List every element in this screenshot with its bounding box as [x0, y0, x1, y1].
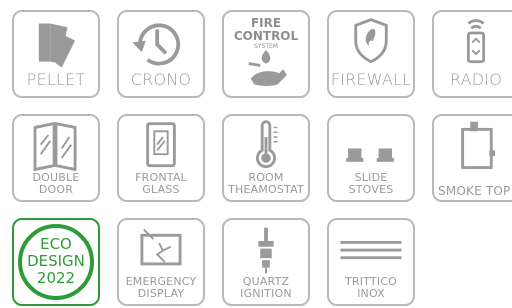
feature-tile-crono[interactable]: CRONO — [117, 10, 205, 98]
feature-tile-frontal-glass[interactable]: FRONTAL GLASS — [117, 114, 205, 202]
frontal-glass-label: FRONTAL GLASS — [135, 171, 187, 196]
feature-tile-quartz-ignition[interactable]: QUARTZ IGNITION — [222, 218, 310, 306]
eco-design-badge[interactable]: ECO DESIGN 2022 — [12, 218, 100, 306]
double-door-label: DOUBLE DOOR — [32, 171, 80, 196]
room-thermostat-label: ROOM THEAMOSTAT — [228, 171, 304, 196]
crono-label: CRONO — [130, 70, 192, 89]
feature-tile-emergency-display[interactable]: EMERGENCY DISPLAY — [117, 218, 205, 306]
smoke-top-label: SMOKE TOP — [438, 184, 511, 198]
feature-tile-trittico-inox[interactable]: TRITTICO INOX — [327, 218, 415, 306]
pellet-label: PELLET — [26, 70, 86, 89]
quartz-ignition-label: QUARTZ IGNITION — [240, 275, 292, 300]
hand-flame-icon — [248, 50, 287, 86]
radio-label: RADIO — [449, 70, 503, 89]
feature-tile-radio[interactable]: RADIO — [432, 10, 512, 98]
design-label: DESIGN — [27, 252, 85, 270]
feature-tile-fire-control[interactable]: FIRE CONTROL SYSTEM — [222, 10, 310, 98]
feature-tile-firewall[interactable]: FIREWALL — [327, 10, 415, 98]
emergency-display-label: EMERGENCY DISPLAY — [125, 275, 197, 300]
year-label: 2022 — [36, 269, 76, 287]
feature-tile-slide-stoves[interactable]: SLIDE STOVES — [327, 114, 415, 202]
trittico-inox-label: TRITTICO INOX — [344, 275, 398, 300]
feature-tile-pellet[interactable]: PELLET — [12, 10, 100, 98]
slide-stoves-label: SLIDE STOVES — [348, 171, 394, 196]
feature-tile-room-thermostat[interactable]: ROOM THEAMOSTAT — [222, 114, 310, 202]
eco-label: ECO — [40, 235, 72, 253]
feature-tile-smoke-top[interactable]: SMOKE TOP — [432, 114, 512, 202]
firewall-label: FIREWALL — [330, 70, 412, 89]
feature-tile-double-door[interactable]: DOUBLE DOOR — [12, 114, 100, 202]
